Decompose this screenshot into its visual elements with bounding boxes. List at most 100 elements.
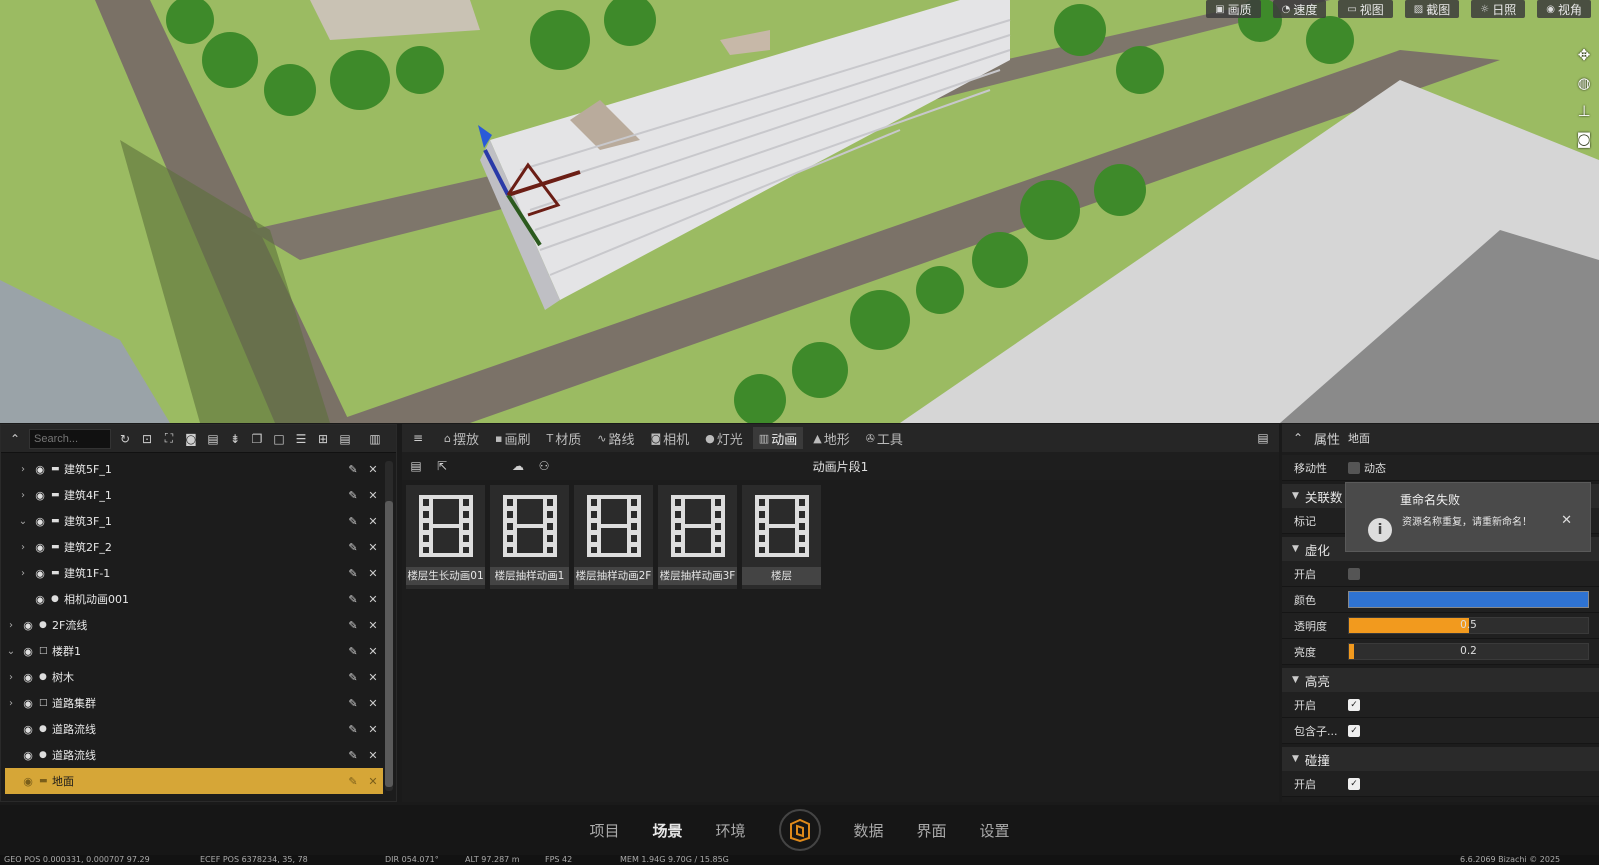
expand-icon[interactable]: › <box>17 490 29 501</box>
tree-row[interactable]: ◉ ● 相机动画001 ✎ ✕ <box>17 586 383 612</box>
delete-icon[interactable]: ✕ <box>363 671 383 684</box>
tab-place[interactable]: ⌂ 摆放 <box>438 427 485 449</box>
delete-icon[interactable]: ✕ <box>363 515 383 528</box>
add-icon[interactable]: ⊞ <box>315 432 331 446</box>
collision-enable-checkbox[interactable]: ✓ <box>1348 777 1360 790</box>
tree-row[interactable]: ◉ ● 道路流线 ✎ ✕ <box>5 716 383 742</box>
visibility-icon[interactable]: ◉ <box>33 593 47 606</box>
clapper-icon[interactable]: ▤ <box>205 432 221 446</box>
refresh-icon[interactable]: ↻ <box>117 432 133 446</box>
tree-row[interactable]: ⌄ ◉ □ 楼群1 ✎ ✕ <box>5 638 383 664</box>
map-icon[interactable]: ◙ <box>1575 130 1593 148</box>
delete-icon[interactable]: ✕ <box>363 489 383 502</box>
delete-icon[interactable]: ✕ <box>363 463 383 476</box>
expand-icon[interactable]: › <box>5 672 17 683</box>
delete-icon[interactable]: ✕ <box>363 645 383 658</box>
include-children-checkbox[interactable]: ✓ <box>1348 724 1360 737</box>
camera-icon[interactable]: ◙ <box>183 432 199 446</box>
tab-material[interactable]: T 材质 <box>540 427 587 449</box>
visibility-icon[interactable]: ◉ <box>33 515 47 528</box>
axis-icon[interactable]: ⊥ <box>1575 102 1593 120</box>
nav-data[interactable]: 数据 <box>854 820 884 841</box>
asset-tile[interactable]: 楼层抽样动画2F <box>574 485 653 589</box>
tab-animation[interactable]: ▥ 动画 <box>752 427 804 449</box>
outliner-scrollbar[interactable] <box>385 461 393 791</box>
focus-icon[interactable]: ⛶ <box>161 431 177 446</box>
nav-environment[interactable]: 环境 <box>715 820 745 841</box>
sunlight-button[interactable]: ☼ 日照 <box>1471 0 1526 18</box>
edit-icon[interactable]: ✎ <box>343 463 363 476</box>
delete-icon[interactable]: ✕ <box>363 541 383 554</box>
asset-tile[interactable]: 楼层抽样动画3F <box>658 485 737 589</box>
visibility-icon[interactable]: ◉ <box>21 697 35 710</box>
edit-icon[interactable]: ✎ <box>343 541 363 554</box>
move-icon[interactable]: ✥ <box>1575 46 1593 64</box>
tree-row[interactable]: ◉ ● 道路流线 ✎ ✕ <box>5 742 383 768</box>
expand-icon[interactable]: ⌄ <box>17 516 29 527</box>
visibility-icon[interactable]: ◉ <box>33 489 47 502</box>
close-icon[interactable]: ✕ <box>1561 513 1572 528</box>
edit-icon[interactable]: ✎ <box>343 697 363 710</box>
panel-menu-icon[interactable]: ▥ <box>367 432 383 446</box>
edit-icon[interactable]: ✎ <box>343 515 363 528</box>
document-icon[interactable]: ▤ <box>408 459 424 473</box>
nav-interface[interactable]: 界面 <box>917 820 947 841</box>
tab-camera[interactable]: ◙ 相机 <box>644 427 695 449</box>
visibility-icon[interactable]: ◉ <box>21 671 35 684</box>
view-button[interactable]: ▭ 视图 <box>1338 0 1393 18</box>
expand-icon[interactable]: ⌄ <box>5 646 17 657</box>
form-icon[interactable]: ▤ <box>337 432 353 446</box>
tab-brush[interactable]: ▪ 画刷 <box>489 427 536 449</box>
tree-row[interactable]: › ◉ □ 道路集群 ✎ ✕ <box>5 690 383 716</box>
expand-icon[interactable]: › <box>17 464 29 475</box>
delete-icon[interactable]: ✕ <box>363 749 383 762</box>
asset-tile[interactable]: 楼层生长动画01 <box>406 485 485 589</box>
visibility-icon[interactable]: ◉ <box>21 619 35 632</box>
visibility-icon[interactable]: ◉ <box>21 775 35 788</box>
nav-settings[interactable]: 设置 <box>980 820 1010 841</box>
section-collision[interactable]: ▼ 碰撞 <box>1282 747 1599 771</box>
delete-icon[interactable]: ✕ <box>363 619 383 632</box>
screenshot-button[interactable]: ▨ 截图 <box>1404 0 1460 18</box>
color-swatch[interactable] <box>1348 591 1589 608</box>
virtualize-enable-checkbox[interactable] <box>1348 567 1360 580</box>
expand-icon[interactable]: › <box>5 698 17 709</box>
opacity-slider[interactable]: 0.5 <box>1348 617 1589 634</box>
speed-button[interactable]: ◔ 速度 <box>1272 0 1327 18</box>
globe-icon[interactable]: ◍ <box>1575 74 1593 92</box>
collapse-all-icon[interactable]: ⇟ <box>227 432 243 446</box>
tree-row-selected[interactable]: ◉ ▬ 地面 ✎ ✕ <box>5 768 383 794</box>
edit-icon[interactable]: ✎ <box>343 671 363 684</box>
select-icon[interactable]: ⊡ <box>139 432 155 446</box>
edit-icon[interactable]: ✎ <box>343 723 363 736</box>
edit-icon[interactable]: ✎ <box>343 619 363 632</box>
visibility-icon[interactable]: ◉ <box>21 645 35 658</box>
tree-row[interactable]: › ◉ ▬ 建筑5F_1 ✎ ✕ <box>17 456 383 482</box>
edit-icon[interactable]: ✎ <box>343 775 363 788</box>
delete-icon[interactable]: ✕ <box>363 775 383 788</box>
tree-row[interactable]: › ◉ ▬ 建筑2F_2 ✎ ✕ <box>17 534 383 560</box>
tab-light[interactable]: ● 灯光 <box>699 427 749 449</box>
tab-route[interactable]: ∿ 路线 <box>591 427 640 449</box>
dynamic-checkbox[interactable] <box>1348 461 1360 474</box>
box-icon[interactable]: □ <box>271 432 287 446</box>
panel-menu-icon[interactable]: ▤ <box>1255 431 1271 445</box>
export-icon[interactable]: ⇱ <box>434 459 450 473</box>
visibility-icon[interactable]: ◉ <box>33 567 47 580</box>
tree-row[interactable]: › ◉ ● 2F流线 ✎ ✕ <box>5 612 383 638</box>
collapse-icon[interactable]: ⌃ <box>1290 431 1306 445</box>
edit-icon[interactable]: ✎ <box>343 489 363 502</box>
tree-row[interactable]: › ◉ ● 树木 ✎ ✕ <box>5 664 383 690</box>
app-logo[interactable] <box>778 809 821 851</box>
visibility-icon[interactable]: ◉ <box>33 541 47 554</box>
visibility-icon[interactable]: ◉ <box>33 463 47 476</box>
nav-scene[interactable]: 场景 <box>652 820 682 841</box>
nav-project[interactable]: 项目 <box>589 820 619 841</box>
visibility-icon[interactable]: ◉ <box>21 749 35 762</box>
menu-icon[interactable]: ≡ <box>410 431 426 445</box>
scene-viewport[interactable]: ▣ 画质 ◔ 速度 ▭ 视图 ▨ 截图 ☼ 日照 ◉ 视角 ✥ ◍ ⊥ ◙ <box>0 0 1599 423</box>
delete-icon[interactable]: ✕ <box>363 593 383 606</box>
expand-icon[interactable]: › <box>5 620 17 631</box>
expand-icon[interactable]: › <box>17 542 29 553</box>
tab-terrain[interactable]: ▲ 地形 <box>807 427 855 449</box>
